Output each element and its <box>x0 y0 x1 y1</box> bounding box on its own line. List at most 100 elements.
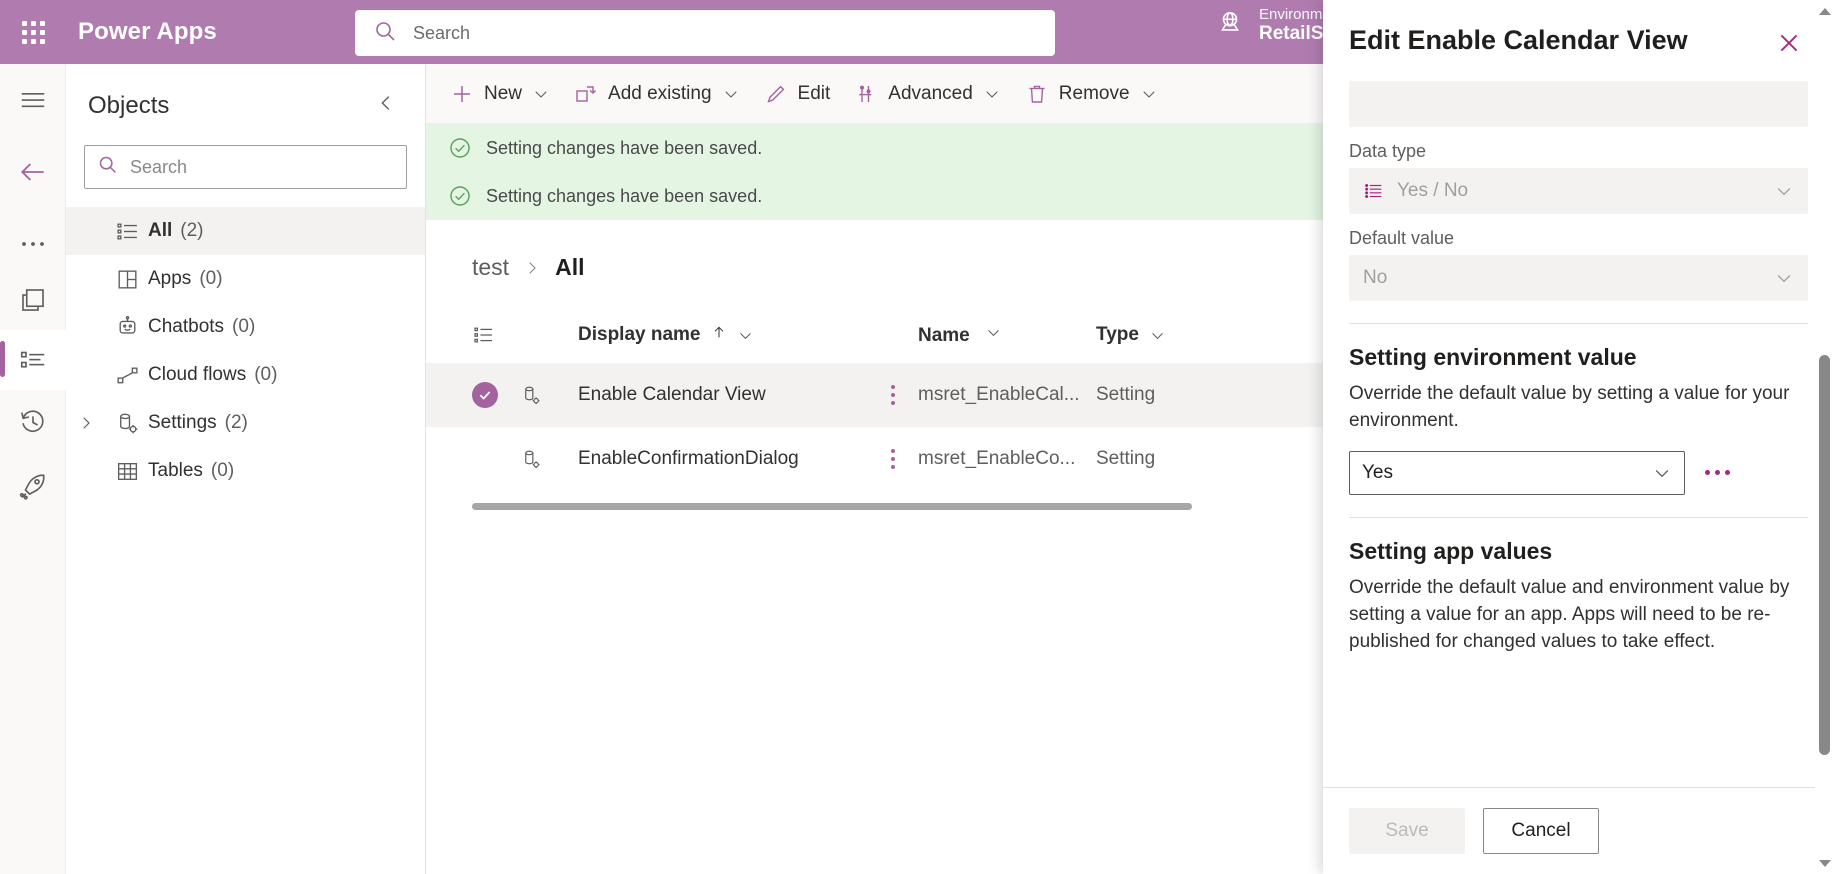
divider <box>1349 516 1808 518</box>
search-input[interactable] <box>413 22 1037 44</box>
scrollbar-thumb[interactable] <box>1819 355 1830 755</box>
choice-list-icon <box>1363 180 1385 202</box>
settings-db-icon <box>106 411 148 436</box>
scroll-down-arrow-icon[interactable] <box>1815 852 1834 874</box>
sidebar-item-label: Cloud flows <box>148 364 247 385</box>
sidebar-item-label: Chatbots <box>148 316 225 337</box>
chevron-down-icon[interactable] <box>737 327 754 344</box>
chevron-down-icon[interactable] <box>983 85 1001 103</box>
ellipsis-icon[interactable] <box>0 218 66 270</box>
plus-icon <box>450 82 474 106</box>
row-checkbox[interactable] <box>472 382 520 408</box>
advanced-button[interactable]: Advanced <box>842 72 1013 116</box>
ellipsis-horizontal-icon[interactable] <box>1705 470 1730 476</box>
chevron-down-icon[interactable] <box>1652 463 1672 483</box>
new-button[interactable]: New <box>438 72 562 116</box>
data-type-label: Data type <box>1349 141 1427 161</box>
close-x-icon[interactable] <box>1770 24 1808 67</box>
chatbot-icon <box>106 315 148 340</box>
environment-value: Yes <box>1362 461 1393 483</box>
sidebar-item-chatbots[interactable]: Chatbots (0) <box>66 303 425 351</box>
arrow-up-icon <box>711 323 727 347</box>
objects-search-input[interactable] <box>130 156 394 178</box>
cell-display-name[interactable]: EnableConfirmationDialog <box>578 448 868 470</box>
objects-list: All (2) Apps (0) Chatbots (0) Cloud flow… <box>66 207 425 495</box>
add-existing-button[interactable]: Add existing <box>562 72 752 116</box>
default-value-dropdown: No <box>1349 255 1808 301</box>
sidebar-item-count: (0) <box>254 364 278 385</box>
rocket-icon[interactable] <box>0 454 66 518</box>
cell-text: EnableConfirmationDialog <box>578 448 799 469</box>
global-search[interactable] <box>355 10 1055 56</box>
app-section-title: Setting app values <box>1349 537 1553 564</box>
data-type-value: Yes / No <box>1397 180 1469 201</box>
left-icon-rail <box>0 64 66 874</box>
column-label: Type <box>1096 324 1139 345</box>
add-existing-icon <box>574 82 598 106</box>
default-value-label: Default value <box>1349 228 1455 248</box>
default-value-value: No <box>1363 267 1388 288</box>
notification-text: Setting changes have been saved. <box>486 185 763 206</box>
more-vertical-icon[interactable] <box>868 385 918 405</box>
sidebar-item-settings[interactable]: Settings (2) <box>66 399 425 447</box>
sidebar-item-cloud-flows[interactable]: Cloud flows (0) <box>66 351 425 399</box>
chevron-right-icon[interactable] <box>66 414 106 432</box>
advanced-button-label: Advanced <box>888 82 973 104</box>
data-type-dropdown: Yes / No <box>1349 168 1808 214</box>
remove-button[interactable]: Remove <box>1013 72 1170 116</box>
chevron-down-icon[interactable] <box>722 85 740 103</box>
chevron-down-icon[interactable] <box>985 324 1002 341</box>
solutions-icon[interactable] <box>0 270 66 330</box>
search-icon <box>373 19 397 48</box>
cancel-button[interactable]: Cancel <box>1483 808 1599 854</box>
sidebar-item-label: Tables <box>148 460 203 481</box>
cell-display-name[interactable]: Enable Calendar View <box>578 384 868 406</box>
app-launcher-waffle-icon[interactable] <box>0 20 66 44</box>
chevron-down-icon[interactable] <box>1149 327 1166 344</box>
sidebar-item-objects[interactable] <box>0 330 66 390</box>
description-field <box>1349 81 1808 127</box>
arrow-left-icon[interactable] <box>0 136 66 208</box>
sidebar-item-label: Apps <box>148 268 192 289</box>
chevron-left-icon[interactable] <box>369 86 403 125</box>
column-label: Display name <box>578 324 701 345</box>
breadcrumb-parent[interactable]: test <box>472 254 509 281</box>
notification-text: Setting changes have been saved. <box>486 137 763 158</box>
hamburger-icon[interactable] <box>0 64 66 136</box>
sidebar-item-all[interactable]: All (2) <box>66 207 425 255</box>
sidebar-item-count: (2) <box>224 412 248 433</box>
search-icon <box>97 154 118 180</box>
chevron-right-icon <box>523 259 541 277</box>
cell-name: msret_EnableCo... <box>918 448 1076 469</box>
advanced-icon <box>854 82 878 106</box>
column-header-name[interactable]: Name <box>918 324 1096 347</box>
column-header-type[interactable]: Type <box>1096 324 1246 346</box>
column-label: Name <box>918 324 970 346</box>
app-section-description: Override the default value and environme… <box>1349 576 1790 652</box>
table-icon <box>106 459 148 484</box>
new-button-label: New <box>484 82 523 104</box>
environment-value-dropdown[interactable]: Yes <box>1349 450 1685 495</box>
breadcrumb-current: All <box>555 254 585 280</box>
panel-scrollbar[interactable] <box>1815 0 1834 874</box>
horizontal-scrollbar[interactable] <box>472 503 1192 510</box>
sidebar-item-apps[interactable]: Apps (0) <box>66 255 425 303</box>
chevron-down-icon[interactable] <box>532 85 550 103</box>
objects-search[interactable] <box>84 145 407 189</box>
page-title: Edit Enable Calendar View <box>1349 25 1688 55</box>
trash-icon <box>1025 82 1049 106</box>
chevron-down-icon[interactable] <box>1140 85 1158 103</box>
select-all-list-icon[interactable] <box>472 323 520 347</box>
scroll-up-arrow-icon[interactable] <box>1815 0 1834 22</box>
chevron-down-icon <box>1774 181 1794 201</box>
history-clock-icon[interactable] <box>0 390 66 454</box>
more-vertical-icon[interactable] <box>868 449 918 469</box>
list-icon <box>106 219 148 244</box>
cell-type: Setting <box>1096 384 1156 405</box>
brand-title[interactable]: Power Apps <box>78 18 217 46</box>
edit-button[interactable]: Edit <box>752 72 843 116</box>
column-header-display-name[interactable]: Display name <box>578 323 868 347</box>
save-button[interactable]: Save <box>1349 808 1465 854</box>
sidebar-item-tables[interactable]: Tables (0) <box>66 447 425 495</box>
sidebar-item-count: (0) <box>232 316 256 337</box>
